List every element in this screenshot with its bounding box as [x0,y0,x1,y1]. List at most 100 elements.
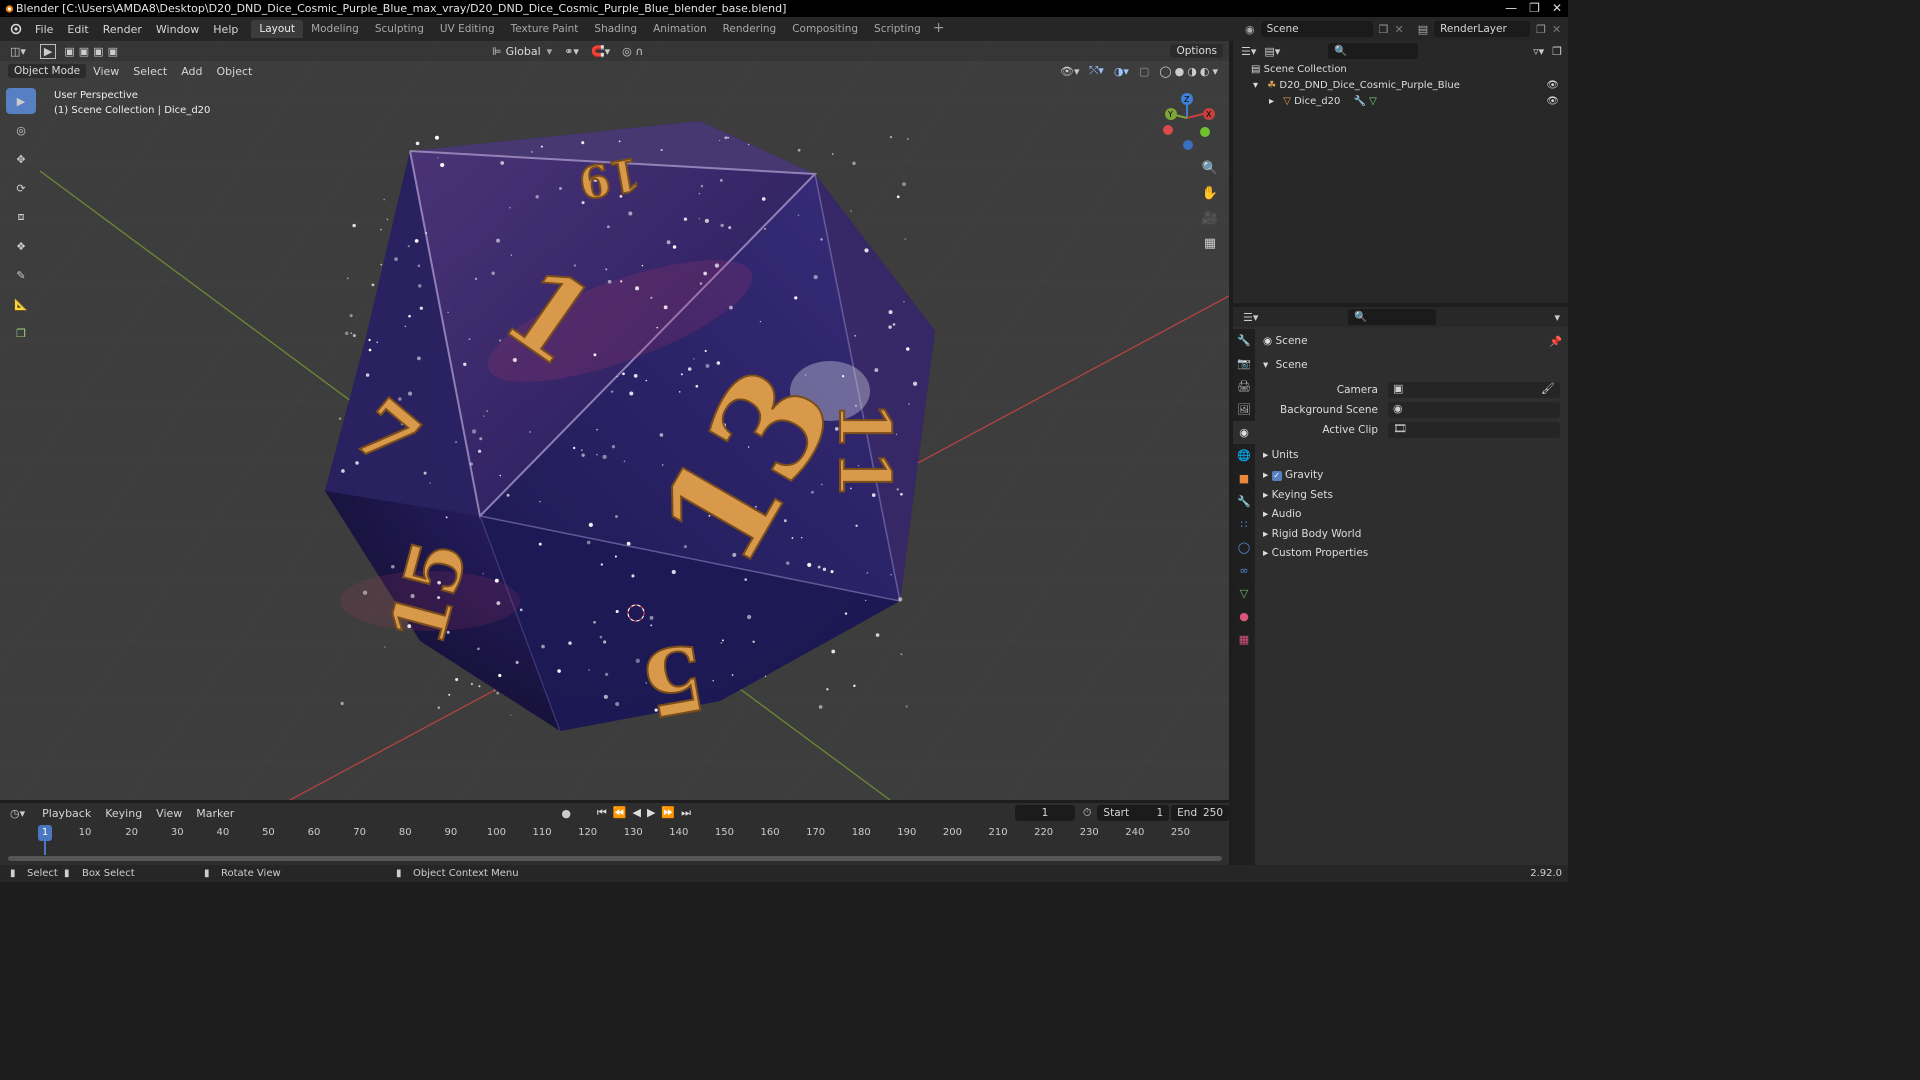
transform-orientation-icon[interactable]: ⊫ [492,45,502,58]
stopwatch-icon[interactable]: ⏱ [1083,806,1092,820]
object-tab-icon[interactable]: ■ [1233,467,1255,490]
delete-scene-icon[interactable]: ✕ [1394,23,1403,36]
overlay-toggle-icon[interactable]: ◑▾ [1114,65,1129,78]
tab-shading[interactable]: Shading [586,20,645,38]
timeline-menu-keying[interactable]: Keying [98,807,149,820]
background-scene-field[interactable]: ◉ [1388,402,1560,418]
scene-icon[interactable]: ◉ [1245,23,1255,36]
viewport-menu-select[interactable]: Select [126,65,174,78]
scene-panel-header[interactable]: ▾ Scene [1263,359,1308,371]
select-box-tool-icon[interactable]: ▶ [6,88,36,114]
texture-tab-icon[interactable]: ▦ [1233,628,1255,651]
pivot-icon[interactable]: ⚭▾ [564,45,579,58]
timeline-ruler[interactable]: 1 10 20 30 40 50 60 70 80 90 100 110 120 130 140 150 160… [0,825,1229,845]
display-mode-icon[interactable]: ▤▾ [1264,45,1280,58]
outliner-editor-icon[interactable]: ☰▾ [1241,45,1256,58]
modifier-tab-icon[interactable]: 🔧 [1233,490,1255,513]
snap-icon[interactable]: 🧲▾ [591,45,610,58]
eye-icon[interactable]: 👁 [1546,78,1559,94]
filter-icon[interactable]: ▿▾ [1533,45,1544,58]
3d-viewport[interactable]: 19 1 13 11 7 15 5 Z X Y ◫▾ ▶ ▣▣▣▣ ⊫ Glob… [0,41,1229,800]
pan-hand-icon[interactable]: ✋ [1198,181,1222,205]
custom-properties-section[interactable]: ▸ Custom Properties [1263,547,1368,559]
gizmo-toggle-icon[interactable]: ⤲▾ [1090,64,1104,78]
view-layer-tab-icon[interactable]: 🖼 [1233,398,1255,421]
menu-window[interactable]: Window [149,23,206,36]
eye-icon[interactable]: 👁 [1546,94,1559,110]
visibility-icon[interactable]: 👁▾ [1060,65,1080,78]
timeline-menu-marker[interactable]: Marker [189,807,241,820]
collapse-arrow-icon[interactable]: ▾ [1253,80,1258,91]
object-data-tab-icon[interactable]: ▽ [1233,582,1255,605]
timeline-scrollbar[interactable] [8,856,1222,861]
new-collection-icon[interactable]: ❐ [1552,45,1562,58]
ortho-grid-icon[interactable]: ▦ [1198,231,1222,255]
gravity-section[interactable]: ▸ ✓ Gravity [1263,469,1323,481]
restore-icon[interactable]: ❐ [1529,0,1540,17]
expand-arrow-icon[interactable]: ▸ [1269,96,1274,107]
tab-scripting[interactable]: Scripting [866,20,929,38]
physics-tab-icon[interactable]: ◯ [1233,536,1255,559]
menu-render[interactable]: Render [96,23,149,36]
new-scene-icon[interactable]: ❐ [1379,23,1389,36]
tab-uv-editing[interactable]: UV Editing [432,20,503,38]
audio-section[interactable]: ▸ Audio [1263,508,1301,520]
timeline-menu-playback[interactable]: Playback [35,807,98,820]
material-tab-icon[interactable]: ● [1233,605,1255,628]
options-button[interactable]: Options [1170,44,1223,58]
menu-edit[interactable]: Edit [60,23,95,36]
add-workspace-icon[interactable]: + [933,20,945,38]
pin-icon[interactable]: 📌 [1549,335,1562,348]
add-cube-tool-icon[interactable]: ❐ [6,320,36,346]
tab-animation[interactable]: Animation [645,20,715,38]
camera-view-icon[interactable]: 🎥 [1198,206,1222,230]
timeline-menu-view[interactable]: View [149,807,189,820]
constraints-tab-icon[interactable]: ∞ [1233,559,1255,582]
editor-type-icon[interactable]: ◫▾ [10,45,26,58]
current-frame-field[interactable]: 1 [1015,805,1075,821]
outliner-scene-collection[interactable]: ▤ Scene Collection [1251,62,1347,78]
tab-sculpting[interactable]: Sculpting [367,20,432,38]
active-clip-field[interactable]: 🎞 [1388,422,1560,438]
scene-field[interactable]: Scene [1260,21,1373,37]
keying-sets-section[interactable]: ▸ Keying Sets [1263,489,1333,501]
record-icon[interactable]: ● [561,807,571,820]
camera-field[interactable]: ▣ 🖌 [1388,382,1560,398]
view-layer-icon[interactable]: ▤ [1418,23,1428,36]
scene-tab-icon[interactable]: ◉ [1233,421,1255,444]
shading-mode-icons[interactable]: ◯●◑◐▾ [1159,65,1221,78]
viewport-menu-add[interactable]: Add [174,65,209,78]
move-tool-icon[interactable]: ✥ [6,146,36,172]
tool-tab-icon[interactable]: 🔧 [1233,329,1255,352]
tab-texture-paint[interactable]: Texture Paint [503,20,587,38]
outliner-collection-row[interactable]: ▾ ☘ D20_DND_Dice_Cosmic_Purple_Blue 👁 [1253,78,1563,94]
new-layer-icon[interactable]: ❐ [1536,23,1546,36]
measure-tool-icon[interactable]: 📐 [6,291,36,317]
rigid-body-world-section[interactable]: ▸ Rigid Body World [1263,528,1361,540]
properties-editor-icon[interactable]: ☰▾ [1243,311,1258,324]
eyedropper-icon[interactable]: 🖌 [1541,382,1555,395]
orientation-dropdown[interactable]: Global [506,45,541,58]
properties-search-input[interactable]: 🔍 [1348,309,1437,325]
chevron-down-icon[interactable]: ▾ [547,45,553,58]
playback-controls[interactable]: ⏮⏪◀▶⏩⏭ [597,806,697,820]
proportional-edit-icon[interactable]: ◎ ∩ [622,45,643,58]
select-mode-icon[interactable]: ▶ [39,43,57,59]
transform-tool-icon[interactable]: ❖ [6,233,36,259]
world-tab-icon[interactable]: 🌐 [1233,444,1255,467]
output-tab-icon[interactable]: 🖨 [1233,375,1255,398]
render-tab-icon[interactable]: 📷 [1233,352,1255,375]
outliner-search-input[interactable]: 🔍 [1328,43,1419,59]
tab-compositing[interactable]: Compositing [784,20,866,38]
xray-icon[interactable]: ▢ [1139,65,1149,78]
object-mode-dropdown[interactable]: Object Mode [8,64,87,78]
tab-layout[interactable]: Layout [251,20,304,38]
zoom-icon[interactable]: 🔍 [1198,156,1222,180]
annotate-tool-icon[interactable]: ✎ [6,262,36,288]
particles-tab-icon[interactable]: ∷ [1233,513,1255,536]
viewport-menu-view[interactable]: View [86,65,126,78]
scale-tool-icon[interactable]: ⧈ [6,204,36,230]
units-section[interactable]: ▸ Units [1263,449,1298,461]
menu-file[interactable]: File [28,23,60,36]
selection-mode-icons[interactable]: ▣▣▣▣ [64,45,122,58]
